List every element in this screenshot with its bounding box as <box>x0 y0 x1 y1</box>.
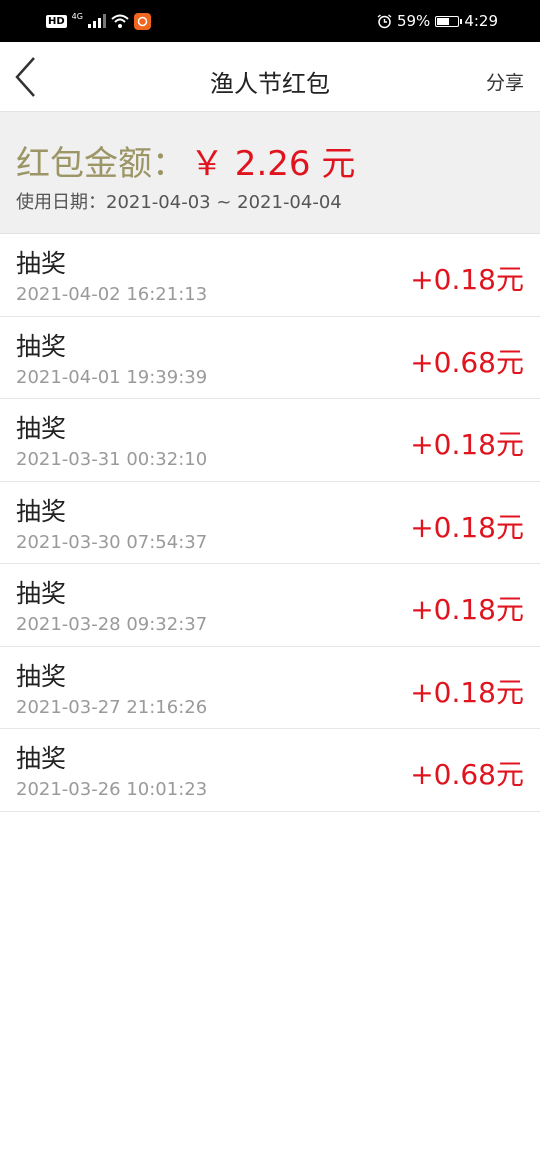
status-bar-left: HD 4G <box>46 11 151 31</box>
record-title: 抽奖 <box>16 414 67 443</box>
record-amount: +0.18元 <box>410 510 524 544</box>
list-item: 抽奖 2021-03-28 09:32:37 +0.18元 <box>0 564 540 647</box>
wifi-icon <box>111 14 129 28</box>
record-time: 2021-03-27 21:16:26 <box>16 696 208 718</box>
status-bar: HD 4G 59% 4:29 <box>0 0 540 42</box>
record-amount: +0.68元 <box>410 758 524 791</box>
record-time: 2021-03-26 10:01:23 <box>16 779 208 800</box>
list-item: 抽奖 2021-04-01 19:39:39 +0.68元 <box>0 316 540 399</box>
alarm-icon <box>377 13 392 28</box>
network-type: 4G <box>71 12 83 21</box>
amount-value: ￥ 2.26 元 <box>190 144 356 184</box>
status-time: 4:29 <box>464 12 498 30</box>
record-title: 抽奖 <box>16 249 67 278</box>
record-title: 抽奖 <box>16 496 67 526</box>
battery-fill <box>437 17 449 25</box>
share-button[interactable]: 分享 <box>486 68 524 95</box>
app-notification-icon <box>133 12 151 30</box>
record-amount: +0.18元 <box>410 428 524 461</box>
list-item: 抽奖 2021-03-26 10:01:23 +0.68元 <box>0 729 540 812</box>
signal-icon <box>87 14 106 28</box>
record-amount: +0.68元 <box>410 345 524 379</box>
record-time: 2021-03-31 00:32:10 <box>16 449 208 470</box>
record-title: 抽奖 <box>16 579 67 608</box>
list-item: 抽奖 2021-03-31 00:32:10 +0.18元 <box>0 399 540 482</box>
record-amount: +0.18元 <box>410 263 524 296</box>
record-time: 2021-03-28 09:32:37 <box>16 614 208 635</box>
validity-date: 使用日期：2021-04-03 ~ 2021-04-04 <box>16 188 342 214</box>
record-title: 抽奖 <box>16 744 67 773</box>
date-label: 使用日期： <box>16 192 106 213</box>
record-title: 抽奖 <box>16 331 67 361</box>
amount-line: 红包金额： ￥ 2.26 元 <box>16 136 355 185</box>
record-time: 2021-03-30 07:54:37 <box>16 531 208 553</box>
record-amount: +0.18元 <box>410 675 524 709</box>
red-packet-summary: 红包金额： ￥ 2.26 元 使用日期：2021-04-03 ~ 2021-04… <box>0 112 540 234</box>
nav-bar: 渔人节红包 分享 <box>0 42 540 112</box>
record-list: 抽奖 2021-04-02 16:21:13 +0.18元 抽奖 2021-04-01 … <box>0 234 540 812</box>
battery-icon <box>435 15 463 27</box>
hd-badge: HD <box>46 14 67 28</box>
record-time: 2021-04-01 19:39:39 <box>16 366 208 388</box>
list-item: 抽奖 2021-03-30 07:54:37 +0.18元 <box>0 481 540 564</box>
amount-label: 红包金额： <box>16 144 186 184</box>
status-bar-right: 59% 4:29 <box>377 10 498 32</box>
page-title: 渔人节红包 <box>210 70 330 98</box>
date-range: 2021-04-03 ~ 2021-04-04 <box>106 192 342 213</box>
list-item: 抽奖 2021-03-27 21:16:26 +0.18元 <box>0 646 540 729</box>
list-item: 抽奖 2021-04-02 16:21:13 +0.18元 <box>0 234 540 317</box>
record-title: 抽奖 <box>16 661 67 691</box>
record-time: 2021-04-02 16:21:13 <box>16 284 208 305</box>
record-amount: +0.18元 <box>410 593 524 626</box>
battery-percent: 59% <box>396 12 431 30</box>
